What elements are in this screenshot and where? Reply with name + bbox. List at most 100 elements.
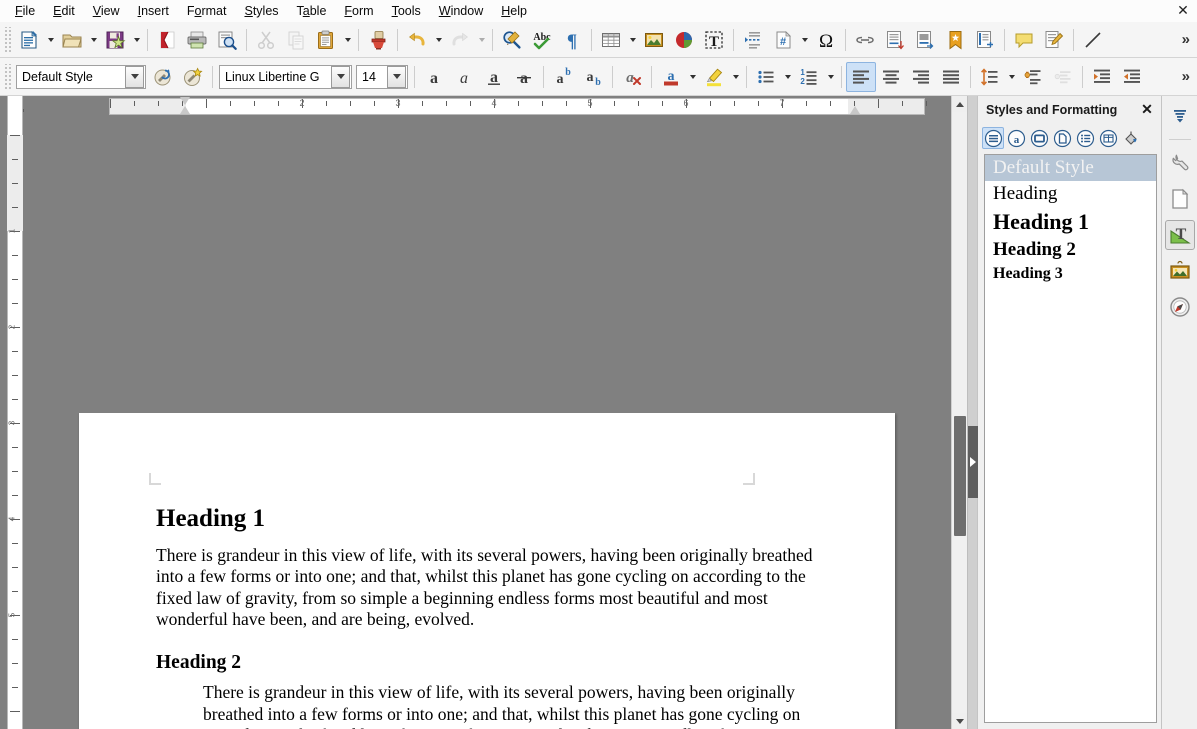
- horizontal-ruler[interactable]: 2 3 4 5 6 7: [30, 96, 951, 413]
- list-item[interactable]: Heading: [985, 181, 1156, 207]
- open-document-dropdown[interactable]: [87, 25, 100, 55]
- standard-toolbar-overflow[interactable]: »: [1177, 22, 1195, 57]
- insert-image-icon[interactable]: [639, 25, 669, 55]
- fill-format-mode-icon[interactable]: [1120, 127, 1142, 149]
- decrease-paragraph-spacing-icon[interactable]: [1048, 62, 1078, 92]
- navigator-icon[interactable]: [1165, 292, 1195, 322]
- menu-edit[interactable]: Edit: [44, 2, 84, 20]
- scrollbar-thumb[interactable]: [954, 416, 966, 536]
- close-icon[interactable]: ✕: [1139, 101, 1155, 117]
- menu-view[interactable]: View: [84, 2, 129, 20]
- font-size-combobox[interactable]: 14: [356, 64, 408, 89]
- right-indent-marker[interactable]: [850, 97, 861, 114]
- clone-formatting-icon[interactable]: [363, 25, 393, 55]
- insert-chart-icon[interactable]: [669, 25, 699, 55]
- document-text[interactable]: Heading 1 There is grandeur in this view…: [156, 505, 825, 729]
- first-line-indent-marker[interactable]: [180, 97, 191, 114]
- menu-file[interactable]: File: [6, 2, 44, 20]
- scroll-up-icon[interactable]: [952, 96, 968, 112]
- properties-icon[interactable]: [1165, 148, 1195, 178]
- highlighting-color-icon[interactable]: [699, 62, 729, 92]
- menu-format[interactable]: Format: [178, 2, 236, 20]
- ordered-list-icon[interactable]: 1 2: [794, 62, 824, 92]
- paragraph-style-combobox[interactable]: Default Style: [16, 64, 146, 89]
- heading-2[interactable]: Heading 2: [156, 652, 825, 674]
- undo-icon[interactable]: [402, 25, 432, 55]
- save-document-dropdown[interactable]: [130, 25, 143, 55]
- unordered-list-dropdown[interactable]: [781, 62, 794, 92]
- redo-icon[interactable]: [445, 25, 475, 55]
- sidebar-hide-handle[interactable]: [967, 96, 978, 729]
- italic-icon[interactable]: a: [449, 62, 479, 92]
- increase-paragraph-spacing-icon[interactable]: [1018, 62, 1048, 92]
- special-character-icon[interactable]: Ω: [811, 25, 841, 55]
- print-icon[interactable]: [182, 25, 212, 55]
- insert-endnote-icon[interactable]: [910, 25, 940, 55]
- toolbar-grip[interactable]: [3, 63, 12, 90]
- list-item[interactable]: Heading 2: [985, 237, 1156, 263]
- cut-icon[interactable]: [251, 25, 281, 55]
- new-document-icon[interactable]: [14, 25, 44, 55]
- document-canvas[interactable]: Heading 1 There is grandeur in this view…: [30, 412, 951, 729]
- new-document-dropdown[interactable]: [44, 25, 57, 55]
- copy-icon[interactable]: [281, 25, 311, 55]
- save-document-icon[interactable]: [100, 25, 130, 55]
- superscript-icon[interactable]: ab: [548, 62, 578, 92]
- list-item[interactable]: Default Style: [985, 155, 1156, 181]
- chevron-down-icon[interactable]: [125, 65, 144, 88]
- justified-icon[interactable]: [936, 62, 966, 92]
- new-style-icon[interactable]: [178, 62, 208, 92]
- styles-icon[interactable]: T: [1164, 220, 1195, 250]
- clear-formatting-icon[interactable]: a: [617, 62, 647, 92]
- insert-hyperlink-icon[interactable]: [850, 25, 880, 55]
- insert-table-icon[interactable]: [596, 25, 626, 55]
- insert-table-dropdown[interactable]: [626, 25, 639, 55]
- page-1[interactable]: Heading 1 There is grandeur in this view…: [79, 412, 895, 729]
- align-center-icon[interactable]: [876, 62, 906, 92]
- table-styles-icon[interactable]: [1097, 127, 1119, 149]
- font-color-icon[interactable]: a: [656, 62, 686, 92]
- list-item[interactable]: Heading 3: [985, 263, 1156, 285]
- chevron-down-icon[interactable]: [331, 65, 350, 88]
- print-preview-icon[interactable]: [212, 25, 242, 55]
- page-icon[interactable]: [1165, 184, 1195, 214]
- ordered-list-dropdown[interactable]: [824, 62, 837, 92]
- gallery-icon[interactable]: [1165, 256, 1195, 286]
- strikethrough-icon[interactable]: a: [509, 62, 539, 92]
- find-replace-icon[interactable]: [497, 25, 527, 55]
- line-spacing-icon[interactable]: [975, 62, 1005, 92]
- paragraph-2[interactable]: There is grandeur in this view of life, …: [203, 682, 825, 729]
- close-window-button[interactable]: ✕: [1175, 3, 1191, 19]
- insert-comment-icon[interactable]: [1009, 25, 1039, 55]
- menu-help[interactable]: Help: [492, 2, 536, 20]
- paragraph-1[interactable]: There is grandeur in this view of life, …: [156, 545, 825, 631]
- insert-bookmark-icon[interactable]: [940, 25, 970, 55]
- align-left-icon[interactable]: [846, 61, 876, 92]
- unordered-list-icon[interactable]: [751, 62, 781, 92]
- update-style-icon[interactable]: [148, 62, 178, 92]
- spelling-icon[interactable]: Abc: [527, 25, 557, 55]
- page-styles-icon[interactable]: [1051, 127, 1073, 149]
- menu-styles[interactable]: Styles: [235, 2, 287, 20]
- formatting-marks-icon[interactable]: ¶: [557, 25, 587, 55]
- line-spacing-dropdown[interactable]: [1005, 62, 1018, 92]
- increase-indent-icon[interactable]: [1087, 62, 1117, 92]
- undo-dropdown[interactable]: [432, 25, 445, 55]
- page-break-icon[interactable]: [738, 25, 768, 55]
- cross-reference-icon[interactable]: [970, 25, 1000, 55]
- sidebar-hide-arrow-icon[interactable]: [968, 426, 978, 498]
- insert-line-icon[interactable]: [1078, 25, 1108, 55]
- font-name-combobox[interactable]: Linux Libertine G: [219, 64, 352, 89]
- highlighting-color-dropdown[interactable]: [729, 62, 742, 92]
- list-item[interactable]: Heading 1: [985, 207, 1156, 237]
- insert-field-dropdown[interactable]: [798, 25, 811, 55]
- decrease-indent-icon[interactable]: [1117, 62, 1147, 92]
- open-document-icon[interactable]: [57, 25, 87, 55]
- styles-list[interactable]: Default Style Heading Heading 1 Heading …: [984, 154, 1157, 723]
- formatting-toolbar-overflow[interactable]: »: [1177, 58, 1195, 95]
- align-right-icon[interactable]: [906, 62, 936, 92]
- underline-icon[interactable]: a: [479, 62, 509, 92]
- font-color-dropdown[interactable]: [686, 62, 699, 92]
- chevron-down-icon[interactable]: [387, 65, 406, 88]
- heading-1[interactable]: Heading 1: [156, 505, 825, 533]
